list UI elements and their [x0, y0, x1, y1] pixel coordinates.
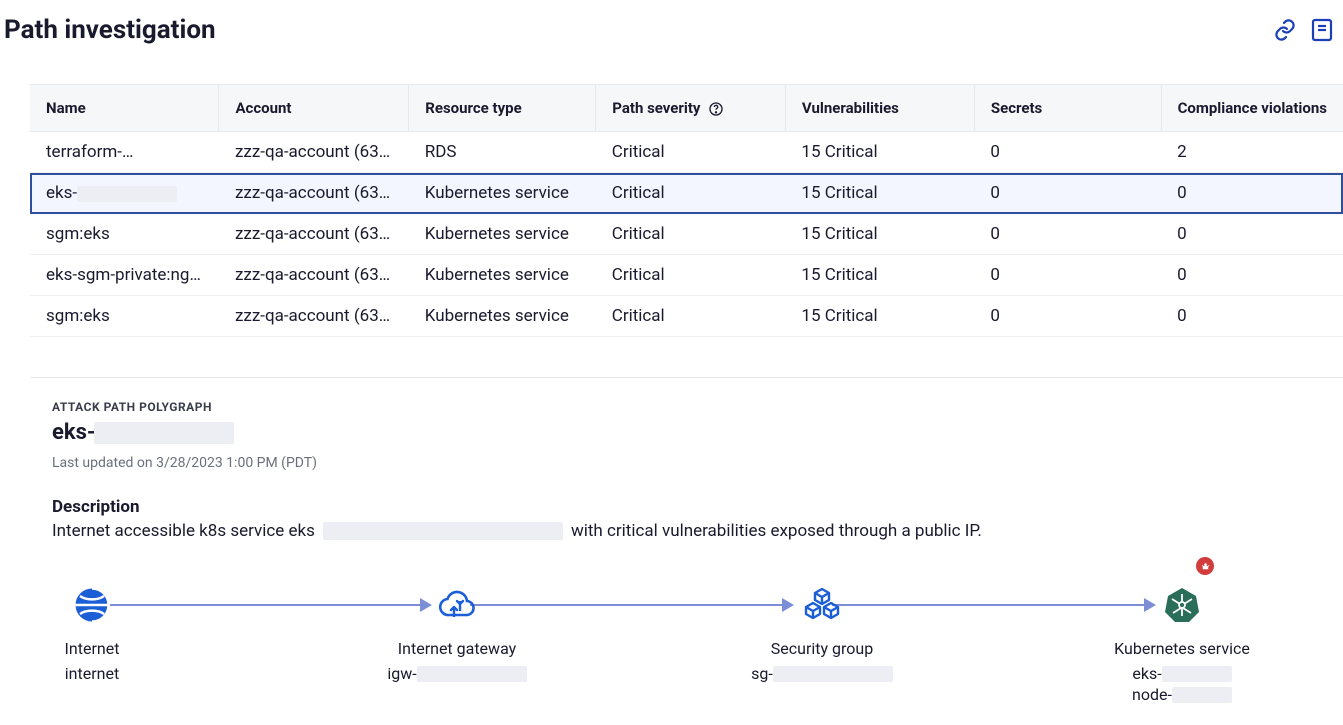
graph-node-security-group[interactable]: Security group sg- [747, 585, 897, 683]
col-path-severity[interactable]: Path severity [596, 85, 786, 132]
table-row[interactable]: terraform-zzz-qa-account (63…RDSCritical… [30, 132, 1343, 173]
cell-compliance: 2 [1161, 132, 1343, 173]
col-path-severity-label: Path severity [612, 99, 700, 117]
cell-account: zzz-qa-account (63… [219, 296, 409, 337]
graph-node-internet-gateway[interactable]: Internet gateway igw- [382, 585, 532, 683]
redacted-block [94, 422, 234, 444]
cell-vulnerabilities: 15 Critical [785, 132, 974, 173]
cell-secrets: 0 [974, 296, 1161, 337]
cell-account: zzz-qa-account (63… [219, 173, 409, 214]
panel-section-label: ATTACK PATH POLYGRAPH [52, 400, 1321, 414]
cell-name: eks-sgm-private:ngi… [30, 255, 219, 296]
col-account[interactable]: Account [219, 85, 409, 132]
col-secrets[interactable]: Secrets [974, 85, 1161, 132]
cell-vulnerabilities: 15 Critical [785, 255, 974, 296]
col-name[interactable]: Name [30, 85, 219, 132]
cell-resource-type: Kubernetes service [409, 214, 596, 255]
table-row[interactable]: sgm:ekszzz-qa-account (63…Kubernetes ser… [30, 296, 1343, 337]
kubernetes-icon [1162, 585, 1202, 625]
description-heading: Description [52, 497, 1321, 517]
node-type-label: Kubernetes service [1114, 639, 1250, 658]
page-header: Path investigation [0, 0, 1343, 60]
col-resource-type[interactable]: Resource type [409, 85, 596, 132]
redacted-block [1162, 666, 1232, 682]
node-sub-label: internet [65, 664, 119, 683]
attack-path-panel: ATTACK PATH POLYGRAPH eks- Last updated … [30, 377, 1343, 725]
cell-severity: Critical [596, 296, 786, 337]
node-type-label: Security group [771, 639, 873, 658]
cell-secrets: 0 [974, 255, 1161, 296]
cell-vulnerabilities: 15 Critical [785, 214, 974, 255]
node-sub-label: eks- [1132, 664, 1231, 683]
cell-resource-type: Kubernetes service [409, 296, 596, 337]
cell-severity: Critical [596, 255, 786, 296]
redacted-block [417, 666, 527, 682]
cell-compliance: 0 [1161, 214, 1343, 255]
table-row[interactable]: eks-sgm-private:ngi…zzz-qa-account (63…K… [30, 255, 1343, 296]
help-icon[interactable] [708, 101, 724, 117]
cell-resource-type: RDS [409, 132, 596, 173]
description-post: with critical vulnerabilities exposed th… [571, 521, 982, 541]
table-row[interactable]: eks-zzz-qa-account (63…Kubernetes servic… [30, 173, 1343, 214]
results-table-wrap: Name Account Resource type Path severity… [30, 84, 1343, 337]
node-sub-label: sg- [751, 664, 893, 683]
cell-secrets: 0 [974, 214, 1161, 255]
description-text: Internet accessible k8s service eks with… [52, 521, 1321, 541]
description-pre: Internet accessible k8s service eks [52, 521, 315, 541]
cubes-icon [802, 585, 842, 625]
table-row[interactable]: sgm:ekszzz-qa-account (63…Kubernetes ser… [30, 214, 1343, 255]
redacted-block [122, 145, 219, 161]
redacted-block [323, 522, 563, 540]
bug-badge-icon [1196, 557, 1214, 575]
cloud-gateway-icon [437, 585, 477, 625]
results-table: Name Account Resource type Path severity… [30, 85, 1343, 337]
col-compliance[interactable]: Compliance violations [1161, 85, 1343, 132]
cell-account: zzz-qa-account (63… [219, 214, 409, 255]
last-updated: Last updated on 3/28/2023 1:00 PM (PDT) [52, 455, 1321, 471]
link-icon[interactable] [1273, 18, 1297, 42]
arrow-line [110, 604, 420, 606]
redacted-block [1172, 687, 1232, 703]
cell-name: terraform- [30, 132, 219, 173]
redacted-block [773, 666, 893, 682]
export-icon[interactable] [1311, 18, 1333, 42]
graph-node-kubernetes-service[interactable]: Kubernetes service eks- node- [1097, 585, 1267, 704]
cell-vulnerabilities: 15 Critical [785, 173, 974, 214]
cell-compliance: 0 [1161, 255, 1343, 296]
redacted-block [77, 186, 177, 202]
node-type-label: Internet [65, 639, 120, 658]
cell-account: zzz-qa-account (63… [219, 132, 409, 173]
panel-title: eks- [52, 420, 1321, 445]
cell-resource-type: Kubernetes service [409, 255, 596, 296]
panel-title-prefix: eks- [52, 420, 96, 445]
node-sub-label-2: node- [1132, 685, 1232, 704]
attack-path-graph: Internet internet Internet gateway igw- [52, 585, 1321, 725]
cell-name: eks- [30, 173, 219, 214]
cell-severity: Critical [596, 214, 786, 255]
cell-secrets: 0 [974, 173, 1161, 214]
page-title: Path investigation [4, 15, 216, 45]
globe-icon [72, 585, 112, 625]
header-actions [1273, 18, 1339, 42]
graph-node-internet[interactable]: Internet internet [52, 585, 132, 683]
col-vulnerabilities[interactable]: Vulnerabilities [785, 85, 974, 132]
node-sub-label: igw- [387, 664, 526, 683]
cell-vulnerabilities: 15 Critical [785, 296, 974, 337]
cell-resource-type: Kubernetes service [409, 173, 596, 214]
table-header-row: Name Account Resource type Path severity… [30, 85, 1343, 132]
cell-name: sgm:eks [30, 296, 219, 337]
cell-compliance: 0 [1161, 296, 1343, 337]
node-type-label: Internet gateway [398, 639, 516, 658]
cell-secrets: 0 [974, 132, 1161, 173]
cell-severity: Critical [596, 173, 786, 214]
cell-compliance: 0 [1161, 173, 1343, 214]
cell-name: sgm:eks [30, 214, 219, 255]
cell-severity: Critical [596, 132, 786, 173]
cell-account: zzz-qa-account (63… [219, 255, 409, 296]
